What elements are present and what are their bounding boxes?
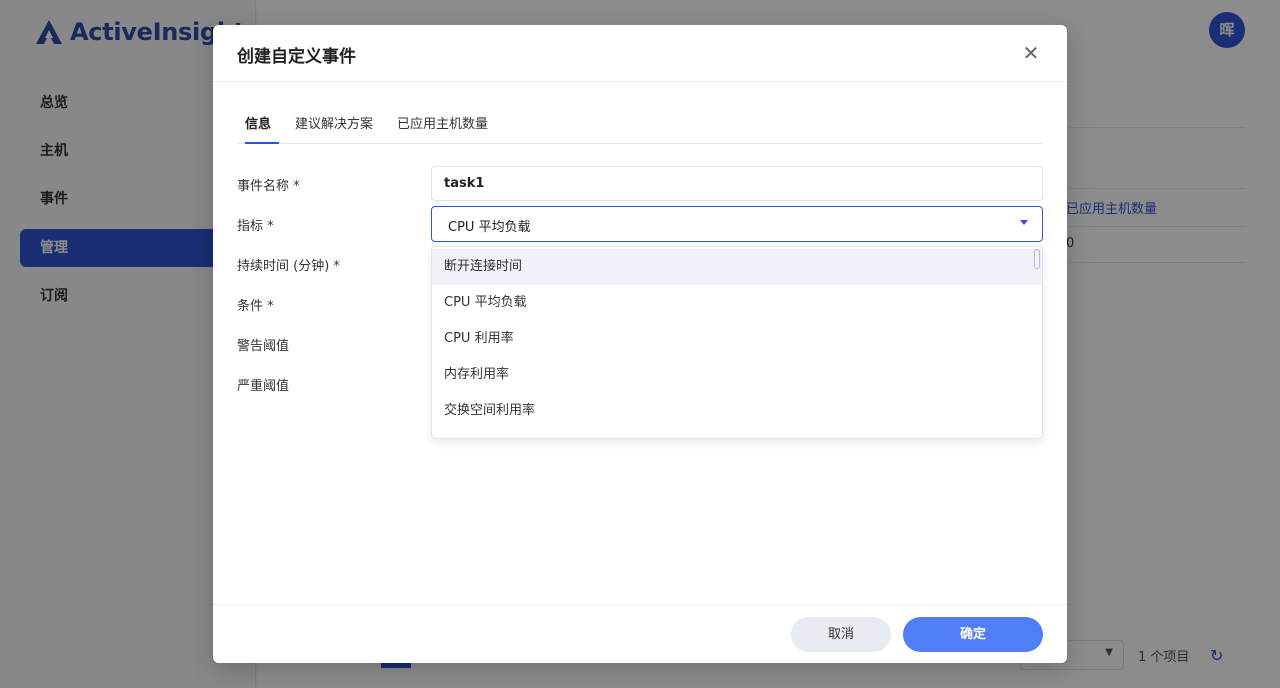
dropdown-scrollbar[interactable] <box>1034 249 1040 269</box>
tab-suggested-solution[interactable]: 建议解决方案 <box>295 113 373 144</box>
metric-label: 指标 * <box>237 219 274 234</box>
tab-bar: 信息 建议解决方案 已应用主机数量 <box>237 107 1043 144</box>
metric-select-value: CPU 平均负载 <box>448 220 531 235</box>
cancel-button[interactable]: 取消 <box>791 617 891 652</box>
modal-title: 创建自定义事件 <box>237 47 356 67</box>
dropdown-option[interactable]: CPU 平均负载 <box>432 285 1042 321</box>
tab-info[interactable]: 信息 <box>245 113 279 144</box>
dropdown-option[interactable]: 交换空间利用率 <box>432 393 1042 429</box>
modal-footer: 取消 确定 <box>213 604 1067 663</box>
dropdown-option[interactable]: 断开连接时间 <box>432 249 1042 285</box>
close-icon[interactable]: ✕ <box>1019 41 1043 65</box>
event-name-label: 事件名称 * <box>237 179 300 194</box>
metric-dropdown: 断开连接时间 CPU 平均负载 CPU 利用率 内存利用率 交换空间利用率 <box>431 246 1043 439</box>
dropdown-option[interactable]: 内存利用率 <box>432 357 1042 393</box>
condition-label: 条件 * <box>237 299 274 314</box>
modal-header: 创建自定义事件 ✕ <box>213 25 1067 82</box>
metric-select[interactable]: CPU 平均负载 <box>431 206 1043 242</box>
event-name-input[interactable] <box>431 166 1043 201</box>
dropdown-option[interactable]: CPU 利用率 <box>432 321 1042 357</box>
create-event-modal: 创建自定义事件 ✕ 信息 建议解决方案 已应用主机数量 事件名称 * 指标 * … <box>213 25 1067 663</box>
critical-threshold-label: 严重阈值 <box>237 379 290 394</box>
warning-threshold-label: 警告阈值 <box>237 339 290 354</box>
confirm-button[interactable]: 确定 <box>903 617 1043 652</box>
caret-down-icon <box>1020 220 1028 225</box>
duration-label: 持续时间 (分钟) * <box>237 259 340 274</box>
tab-applied-hosts[interactable]: 已应用主机数量 <box>397 113 488 144</box>
